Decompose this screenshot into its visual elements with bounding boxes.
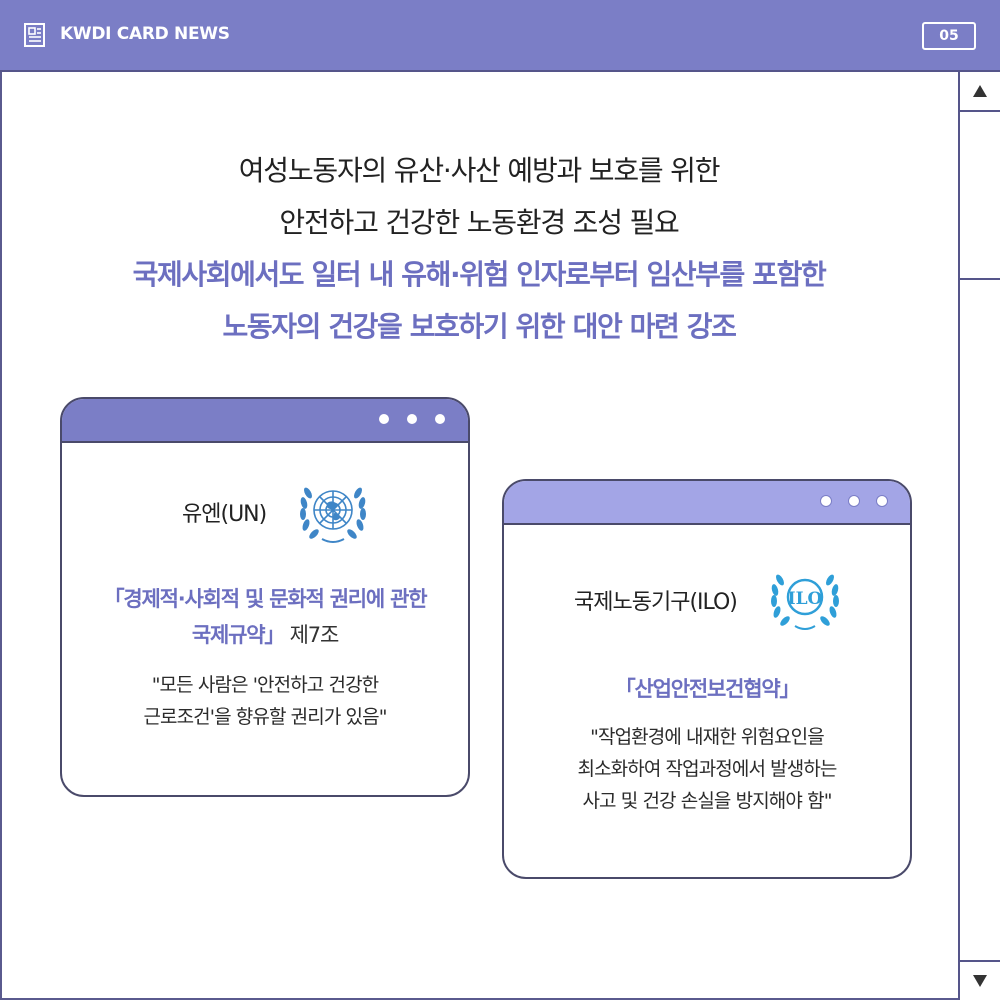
window-dot bbox=[434, 413, 446, 425]
svg-text:ILO: ILO bbox=[788, 589, 823, 609]
ilo-quote: "작업환경에 내재한 위험요인을 최소화하여 작업과정에서 발생하는 사고 및 … bbox=[504, 721, 910, 817]
window-dot bbox=[848, 495, 860, 507]
vertical-scrollbar[interactable] bbox=[958, 72, 1000, 1000]
arrow-up-icon bbox=[973, 85, 987, 97]
ilo-quote-line-2: 최소화하여 작업과정에서 발생하는 bbox=[577, 758, 838, 780]
window-dot bbox=[820, 495, 832, 507]
header-bar: KWDI CARD NEWS 05 bbox=[0, 0, 1000, 72]
headline-line-4: 노동자의 건강을 보호하기 위한 대안 마련 강조 bbox=[222, 310, 737, 343]
un-treaty-line-1: 「경제적·사회적 및 문화적 권리에 관한 bbox=[103, 587, 428, 611]
ilo-emblem-icon: ILO bbox=[770, 574, 839, 630]
ilo-quote-line-1: "작업환경에 내재한 위험요인을 bbox=[590, 726, 825, 748]
un-org-row: 유엔(UN) bbox=[182, 479, 372, 545]
window-dots bbox=[378, 413, 446, 425]
un-quote: "모든 사람은 '안전하고 건강한 근로조건'을 향유할 권리가 있음" bbox=[62, 669, 468, 733]
headline: 여성노동자의 유산·사산 예방과 보호를 위한 안전하고 건강한 노동환경 조성… bbox=[0, 145, 958, 353]
un-emblem-icon bbox=[300, 487, 367, 543]
un-treaty-article: 제7조 bbox=[284, 623, 340, 647]
headline-line-3: 국제사회에서도 일터 내 유해·위험 인자로부터 임산부를 포함한 bbox=[132, 258, 827, 291]
arrow-down-icon bbox=[973, 975, 987, 987]
un-quote-line-1: "모든 사람은 '안전하고 건강한 bbox=[151, 674, 379, 696]
un-org-name: 유엔(UN) bbox=[182, 502, 267, 527]
scroll-down-button[interactable] bbox=[960, 960, 1000, 1000]
ilo-org-name: 국제노동기구(ILO) bbox=[574, 590, 738, 615]
ilo-quote-line-3: 사고 및 건강 손실을 방지해야 함" bbox=[582, 790, 832, 812]
window-dot bbox=[406, 413, 418, 425]
ilo-org-row: 국제노동기구(ILO) ILO bbox=[574, 567, 845, 633]
headline-line-2: 안전하고 건강한 노동환경 조성 필요 bbox=[279, 206, 679, 239]
newspaper-icon bbox=[24, 23, 45, 47]
un-treaty-line-2: 국제규약」 제7조 bbox=[62, 617, 468, 653]
un-card-titlebar bbox=[62, 399, 468, 443]
scroll-up-button[interactable] bbox=[960, 72, 1000, 112]
un-card: 유엔(UN) 「경제적·사회적 및 문화적 권리에 관한 국제규약」 제7조 "… bbox=[60, 397, 470, 797]
ilo-card-titlebar bbox=[504, 481, 910, 525]
window-dot bbox=[378, 413, 390, 425]
un-treaty-name: 국제규약」 bbox=[191, 623, 285, 647]
scroll-thumb[interactable] bbox=[960, 112, 1000, 280]
window-dots bbox=[820, 495, 888, 507]
window-dot bbox=[876, 495, 888, 507]
un-quote-line-2: 근로조건'을 향유할 권리가 있음" bbox=[143, 706, 387, 728]
ilo-treaty-title: 「산업안전보건협약」 bbox=[614, 677, 801, 701]
ilo-card: 국제노동기구(ILO) ILO 「산업안전보건협약」 "작업환경에 내재한 위험… bbox=[502, 479, 912, 879]
headline-line-1: 여성노동자의 유산·사산 예방과 보호를 위한 bbox=[238, 154, 721, 187]
page-number-badge: 05 bbox=[922, 22, 976, 50]
header-title: KWDI CARD NEWS bbox=[60, 24, 230, 44]
un-treaty-title: 「경제적·사회적 및 문화적 권리에 관한 국제규약」 제7조 bbox=[62, 581, 468, 653]
